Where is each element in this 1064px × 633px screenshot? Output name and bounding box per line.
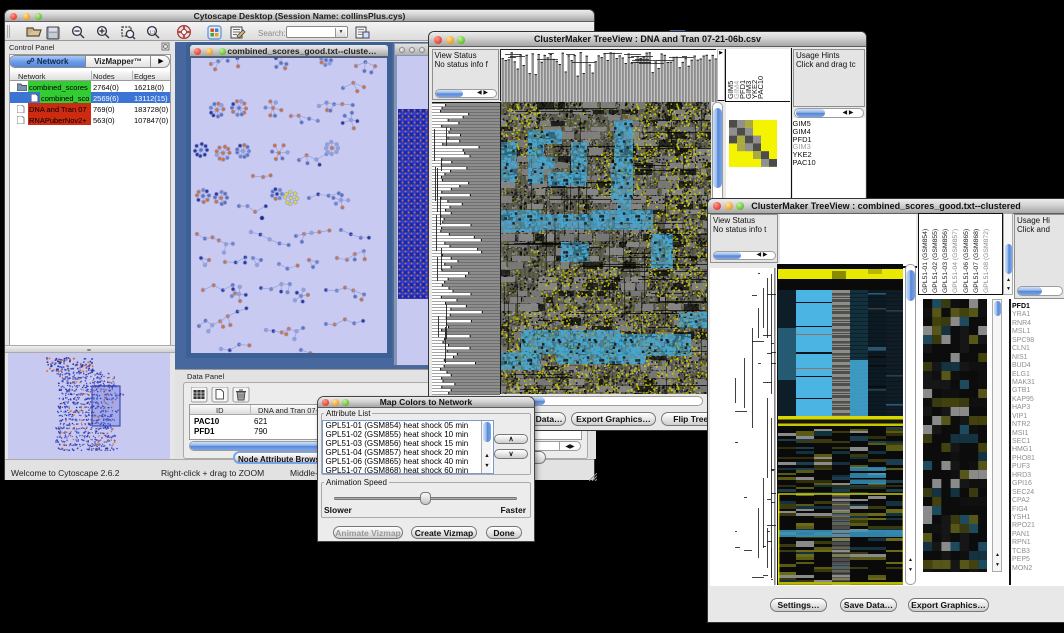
svg-text:1:1: 1:1 [149, 29, 156, 34]
